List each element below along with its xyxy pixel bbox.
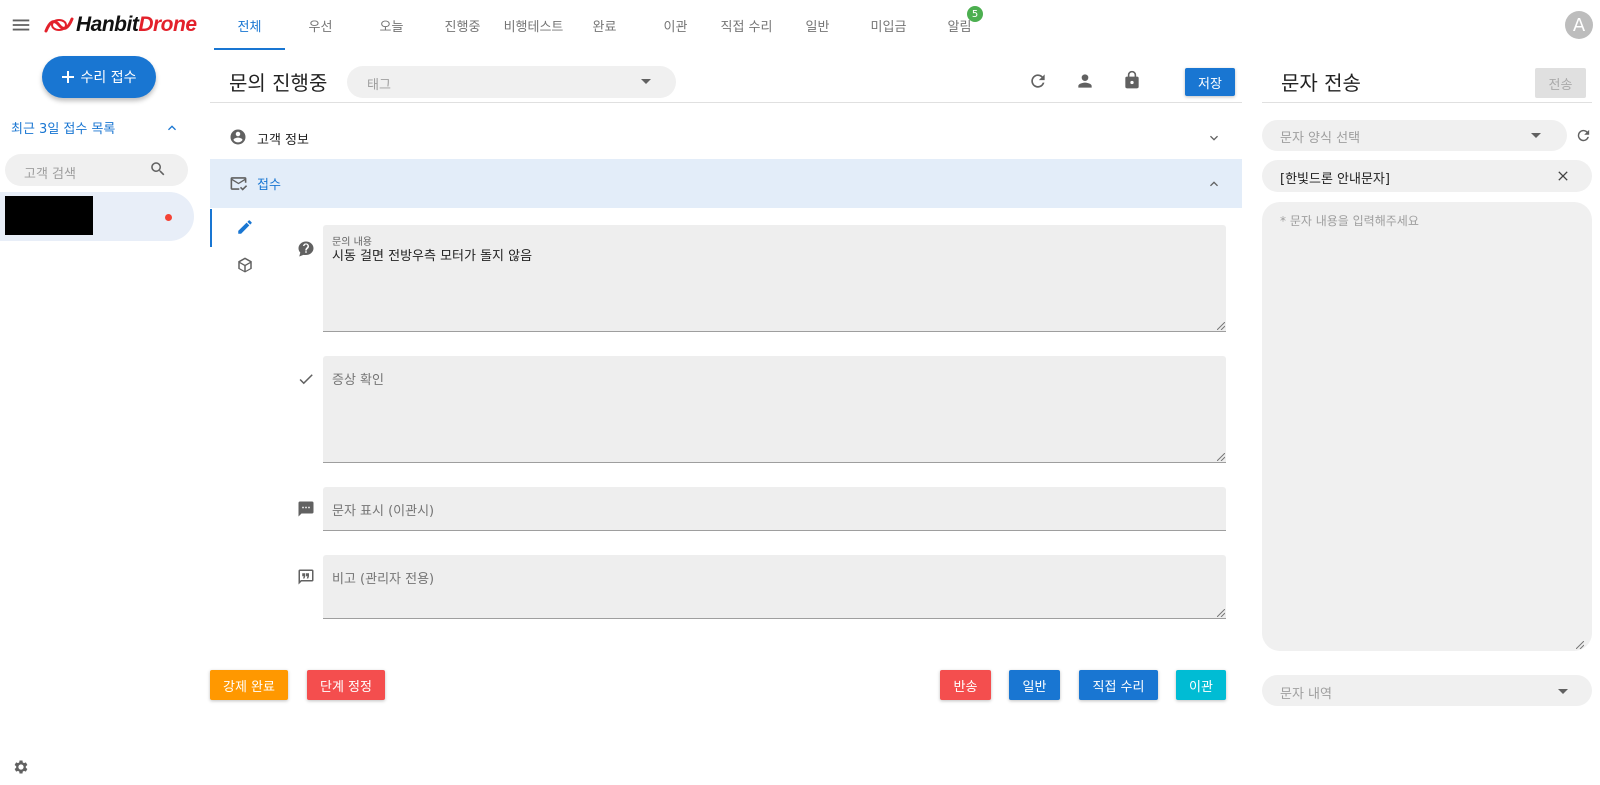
admin-note-placeholder: 비고 (관리자 전용) — [332, 572, 435, 587]
symptom-check-field[interactable] — [323, 356, 1226, 463]
brand-name: HanbitDrone — [76, 13, 197, 36]
customer-info-label: 고객 정보 — [257, 133, 309, 148]
alerts-count-badge: 5 — [967, 6, 983, 22]
drone-logo-icon — [44, 17, 74, 33]
tab-alerts[interactable]: 알림 5 — [924, 0, 995, 50]
plus-icon — [61, 71, 74, 83]
mark-email-read-icon — [229, 174, 248, 193]
tag-select[interactable] — [347, 66, 676, 98]
chevron-up-icon[interactable] — [1206, 176, 1222, 192]
chevron-up-icon[interactable] — [164, 120, 180, 136]
symptom-check-placeholder: 증상 확인 — [332, 373, 384, 388]
active-side-tab-indicator — [210, 209, 212, 247]
tab-priority[interactable]: 우선 — [285, 0, 356, 50]
sms-history-placeholder: 문자 내역 — [1280, 687, 1332, 702]
pencil-icon[interactable] — [236, 218, 254, 236]
tab-in-progress[interactable]: 진행중 — [427, 0, 498, 50]
search-icon[interactable] — [149, 160, 167, 178]
sms-panel-title: 문자 전송 — [1281, 71, 1361, 95]
sms-bubble-icon — [297, 500, 315, 518]
dropdown-caret-icon — [641, 79, 651, 84]
save-button[interactable]: 저장 — [1185, 68, 1235, 96]
dropdown-caret-icon — [1531, 133, 1541, 138]
selected-template-label: [한빛드론 안내문자] — [1280, 172, 1390, 187]
sms-content-placeholder: * 문자 내용을 입력해주세요 — [1280, 214, 1419, 228]
return-button[interactable]: 반송 — [940, 670, 991, 700]
person-icon[interactable] — [1075, 71, 1095, 91]
status-tabs: 전체 우선 오늘 진행중 비행테스트 완료 이관 직접 수리 일반 미입금 알림… — [214, 0, 995, 50]
dropdown-caret-icon — [1558, 689, 1568, 694]
reception-section-header[interactable] — [210, 159, 1242, 208]
sms-template-placeholder: 문자 양식 선택 — [1280, 131, 1361, 146]
chevron-down-icon[interactable] — [1206, 130, 1222, 146]
sms-content-textarea[interactable] — [1262, 202, 1592, 651]
reception-label: 접수 — [257, 178, 281, 193]
gear-icon[interactable] — [12, 758, 30, 776]
resize-handle-icon[interactable] — [1217, 322, 1225, 330]
sms-display-field[interactable] — [323, 487, 1226, 531]
refresh-icon[interactable] — [1028, 71, 1048, 91]
resize-handle-icon[interactable] — [1576, 641, 1584, 649]
check-icon — [297, 370, 315, 388]
tab-today[interactable]: 오늘 — [356, 0, 427, 50]
account-circle-icon — [229, 128, 247, 146]
tab-general[interactable]: 일반 — [782, 0, 853, 50]
admin-note-field[interactable] — [323, 555, 1226, 619]
resize-handle-icon[interactable] — [1217, 453, 1225, 461]
tab-all[interactable]: 전체 — [214, 0, 285, 50]
tab-complete[interactable]: 완료 — [569, 0, 640, 50]
inquiry-content-field[interactable] — [323, 225, 1226, 332]
redacted-customer-name — [5, 196, 93, 235]
step-adjust-button[interactable]: 단계 정정 — [307, 670, 385, 700]
divider — [210, 102, 1242, 103]
resize-handle-icon[interactable] — [1217, 609, 1225, 617]
general-button[interactable]: 일반 — [1009, 670, 1060, 700]
send-button[interactable]: 전송 — [1535, 68, 1586, 98]
force-complete-button[interactable]: 강제 완료 — [210, 670, 288, 700]
direct-repair-button[interactable]: 직접 수리 — [1079, 670, 1158, 700]
tab-transfer[interactable]: 이관 — [640, 0, 711, 50]
new-repair-button[interactable]: 수리 접수 — [42, 56, 156, 98]
recent-list-title: 최근 3일 접수 목록 — [11, 122, 116, 137]
question-bubble-icon — [297, 240, 315, 258]
sms-display-placeholder: 문자 표시 (이관시) — [332, 504, 435, 519]
page-title: 문의 진행중 — [229, 71, 328, 95]
close-icon[interactable] — [1555, 168, 1571, 184]
divider — [1262, 102, 1592, 103]
comment-quote-icon — [297, 568, 315, 586]
tag-placeholder: 태그 — [367, 78, 391, 93]
refresh-icon[interactable] — [1575, 127, 1592, 144]
brand-logo[interactable]: HanbitDrone — [44, 10, 197, 40]
customer-search-placeholder: 고객 검색 — [24, 167, 76, 182]
tab-flight-test[interactable]: 비행테스트 — [498, 0, 569, 50]
customer-info-section-header[interactable] — [210, 113, 1242, 159]
unread-dot — [165, 214, 172, 221]
menu-icon[interactable] — [10, 14, 32, 36]
transfer-button[interactable]: 이관 — [1176, 670, 1226, 700]
user-avatar[interactable]: A — [1565, 11, 1593, 39]
inquiry-content-value: 시동 걸면 전방우측 모터가 돌지 않음 — [332, 249, 533, 264]
lock-icon[interactable] — [1122, 70, 1142, 90]
tab-unpaid[interactable]: 미입금 — [853, 0, 924, 50]
package-icon[interactable] — [236, 256, 254, 274]
tab-direct-repair[interactable]: 직접 수리 — [711, 0, 782, 50]
